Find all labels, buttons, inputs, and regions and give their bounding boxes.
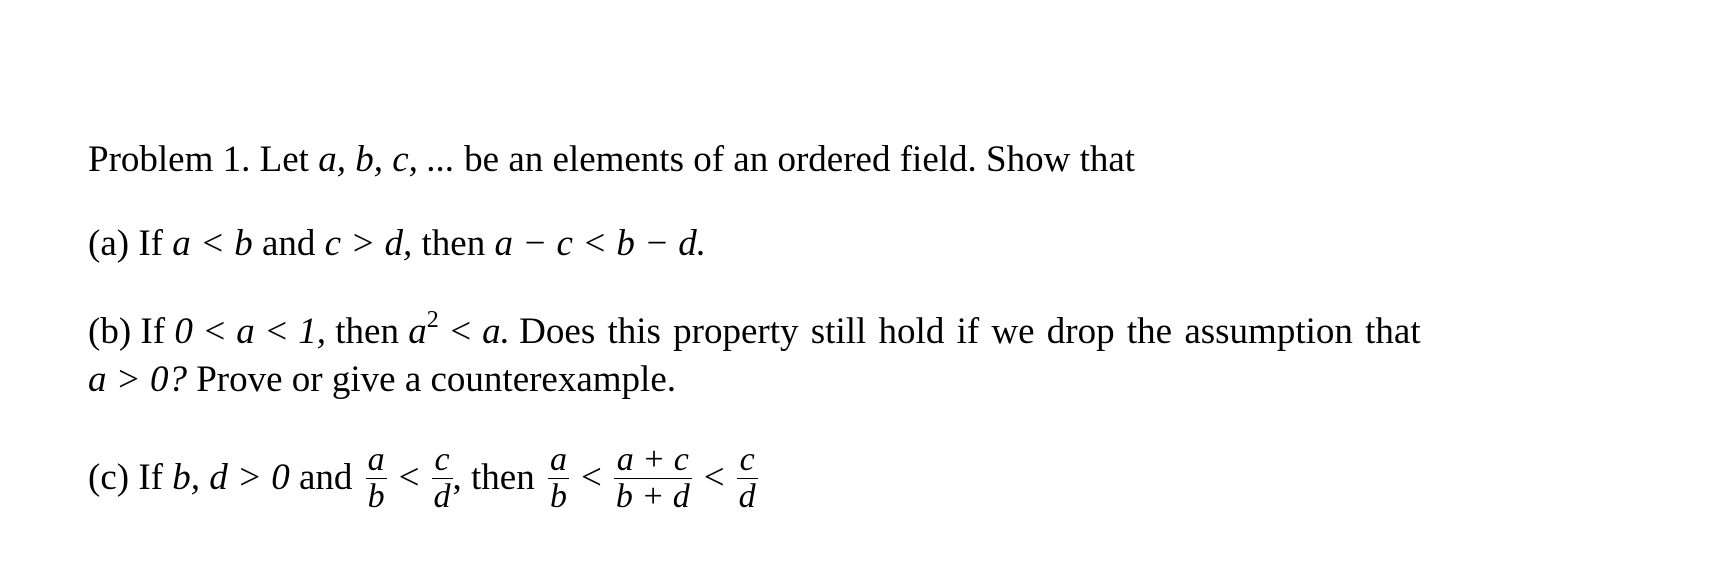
word-if: If: [138, 456, 163, 498]
part-b-concl-base: a: [408, 311, 427, 352]
numerator: c: [736, 442, 758, 479]
fraction-mediant: a + cb + d: [613, 442, 692, 515]
word-then: then: [421, 223, 486, 264]
numerator: a: [547, 441, 569, 479]
fraction-a-over-b-2: ab: [547, 441, 569, 515]
comma: ,: [452, 456, 462, 498]
word-if: If: [138, 223, 163, 264]
denominator: d: [738, 478, 756, 515]
variable-list: a, b, c, ...: [318, 139, 455, 180]
denominator: b: [549, 478, 567, 515]
part-a-conclusion: a − c < b − d.: [494, 223, 707, 264]
part-a: (a) If a < b and c > d, then a − c < b −…: [88, 225, 706, 262]
less-than: <: [398, 456, 420, 498]
word-then: then: [471, 456, 535, 498]
part-b-concl-rest: < a.: [447, 311, 510, 352]
intro-let: Let: [259, 139, 309, 180]
part-c: (c) If b, d > 0 and a b < c d, then a b < a + c…: [88, 441, 762, 517]
part-b-line2-text: Prove or give a counterexample.: [196, 359, 677, 400]
part-a-cond2: c > d,: [324, 223, 413, 264]
part-b-question: Does this property still hold if we drop…: [519, 311, 1421, 352]
numerator: a + c: [613, 442, 692, 479]
problem-title: Problem 1.: [88, 139, 251, 180]
part-b-line1: (b) If 0 < a < 1, then a2 < a. Does this…: [88, 308, 1421, 352]
less-than: <: [580, 456, 602, 498]
less-than: <: [703, 456, 725, 498]
intro-rest: be an elements of an ordered field. Show…: [464, 139, 1136, 180]
fraction-c-over-d-2: cd: [736, 442, 758, 515]
denominator: b + d: [615, 478, 690, 515]
word-and: and: [298, 456, 353, 498]
word-and: and: [261, 223, 316, 264]
part-a-label: (a): [88, 223, 130, 264]
part-c-cond: b, d > 0: [172, 456, 290, 498]
part-b-line2: a > 0? Prove or give a counterexample.: [88, 361, 676, 398]
numerator: a: [365, 441, 387, 479]
part-c-label: (c): [88, 456, 130, 498]
part-b-label: (b): [88, 311, 132, 352]
part-b-exponent: 2: [426, 307, 439, 333]
word-then: then: [335, 311, 399, 352]
fraction-a-over-b: ab: [365, 441, 387, 515]
part-b-cond: 0 < a < 1,: [174, 311, 326, 352]
numerator: c: [431, 442, 453, 479]
part-b-line2-math: a > 0?: [88, 359, 187, 400]
problem-heading: Problem 1. Let a, b, c, ... be an elemen…: [88, 141, 1135, 178]
word-if: If: [140, 311, 166, 352]
part-a-cond1: a < b: [172, 223, 253, 264]
denominator: b: [367, 478, 385, 515]
fraction-c-over-d: cd: [431, 442, 453, 515]
denominator: d: [433, 478, 451, 515]
